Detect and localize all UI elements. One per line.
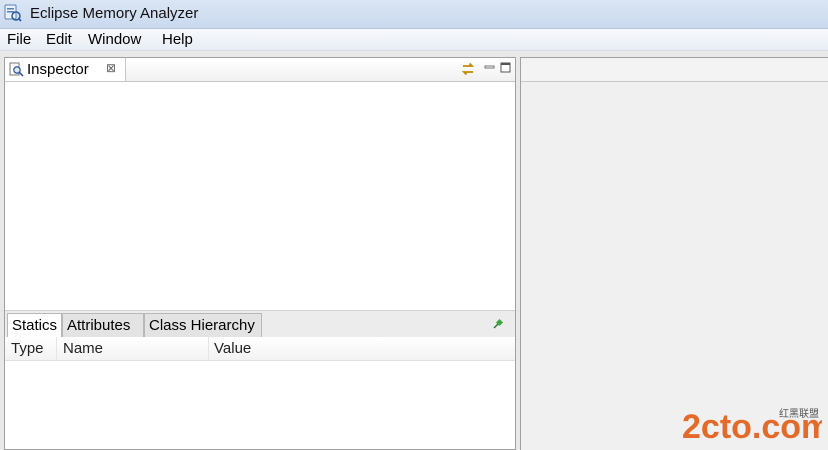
link-with-editor-icon[interactable] [460,61,476,77]
memory-analyzer-icon [4,4,22,22]
inspector-tab-strip: Statics Attributes Class Hierarchy [5,310,515,338]
tab-statics[interactable]: Statics [7,313,62,338]
inspector-view-tab[interactable]: Inspector ⊠ [5,58,126,81]
workbench-area: Inspector ⊠ Statics Attributes Class Hie… [0,51,828,450]
column-name[interactable]: Name [63,340,103,357]
menu-window[interactable]: Window [88,31,141,48]
editor-area-header [521,58,828,82]
statics-table-header: Type Name Value [5,337,515,430]
inspector-icon [9,62,24,77]
statics-table-body [5,361,515,449]
tab-class-hierarchy[interactable]: Class Hierarchy [144,313,262,337]
pin-icon[interactable] [492,318,504,330]
close-icon[interactable]: ⊠ [106,61,116,75]
column-value[interactable]: Value [214,340,251,357]
menu-file[interactable]: File [7,31,31,48]
inspector-view-header: Inspector ⊠ [5,58,515,82]
minimize-icon[interactable] [483,61,497,75]
title-bar: Eclipse Memory Analyzer [0,0,828,29]
inspector-view: Inspector ⊠ Statics Attributes Class Hie… [4,57,516,450]
inspector-tab-label: Inspector [27,61,89,78]
watermark-logo: 2cto.com 红黑联盟 [682,407,822,444]
menu-bar: File Edit Window Help [0,29,828,51]
inspector-details-area [5,82,515,310]
watermark-subtext: 红黑联盟 [779,407,819,420]
menu-help[interactable]: Help [162,31,193,48]
tab-attributes[interactable]: Attributes [62,313,144,337]
editor-area: 2cto.com 红黑联盟 [520,57,828,450]
menu-edit[interactable]: Edit [46,31,72,48]
window-title: Eclipse Memory Analyzer [30,5,199,22]
column-type[interactable]: Type [11,340,44,357]
maximize-icon[interactable] [499,61,513,75]
